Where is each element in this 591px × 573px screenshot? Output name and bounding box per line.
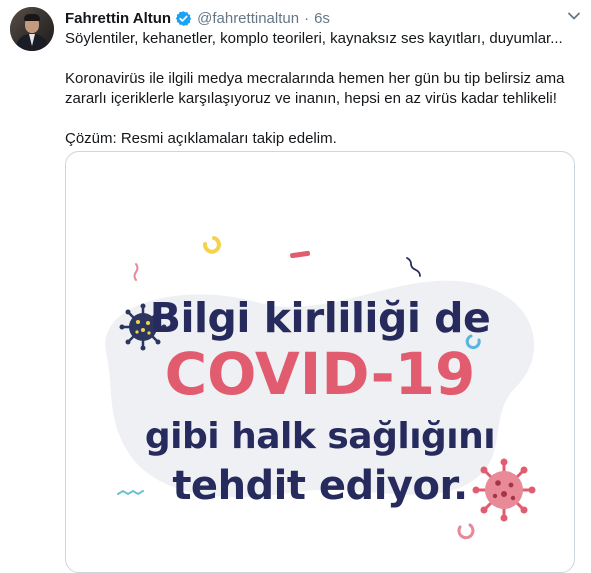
author-name[interactable]: Fahrettin Altun — [65, 10, 171, 27]
tweet-text-line: Söylentiler, kehanetler, komplo teoriler… — [65, 30, 563, 47]
tweet-text-line: Çözüm: Resmi açıklamaları takip edelim. — [65, 130, 337, 147]
confetti-pink-squiggle — [133, 263, 139, 281]
author-handle[interactable]: @fahrettinaltun — [197, 10, 299, 27]
tweet-text-line: zararlı içeriklerle karşılaşıyoruz ve in… — [65, 90, 557, 107]
verified-badge-icon — [175, 10, 192, 27]
confetti-dark-squiggle — [406, 257, 421, 277]
confetti-red — [290, 250, 311, 259]
chevron-down-icon[interactable] — [567, 9, 581, 23]
tweet-text: Söylentiler, kehanetler, komplo teoriler… — [65, 29, 581, 149]
avatar[interactable] — [10, 7, 54, 51]
headline-line-3: gibi halk sağlığını — [144, 416, 496, 457]
media-card[interactable]: Bilgi kirliliği de COVID-19 gibi halk sa… — [65, 151, 575, 573]
avatar-hair — [24, 14, 40, 21]
tweet-header: Fahrettin Altun @fahrettinaltun · 6s — [65, 8, 330, 28]
tweet-text-line: Koronavirüs ile ilgili medya mecralarınd… — [65, 70, 565, 87]
headline-line-1: Bilgi kirliliği de — [149, 294, 491, 342]
headline-line-2: COVID-19 — [164, 340, 476, 408]
tweet[interactable]: Fahrettin Altun @fahrettinaltun · 6s Söy… — [0, 0, 591, 573]
timestamp[interactable]: 6s — [314, 10, 330, 27]
confetti-pink-hook — [457, 523, 475, 540]
confetti-yellow — [202, 236, 221, 254]
headline-line-4: tehdit ediyor. — [172, 463, 468, 509]
separator-dot: · — [304, 9, 310, 27]
